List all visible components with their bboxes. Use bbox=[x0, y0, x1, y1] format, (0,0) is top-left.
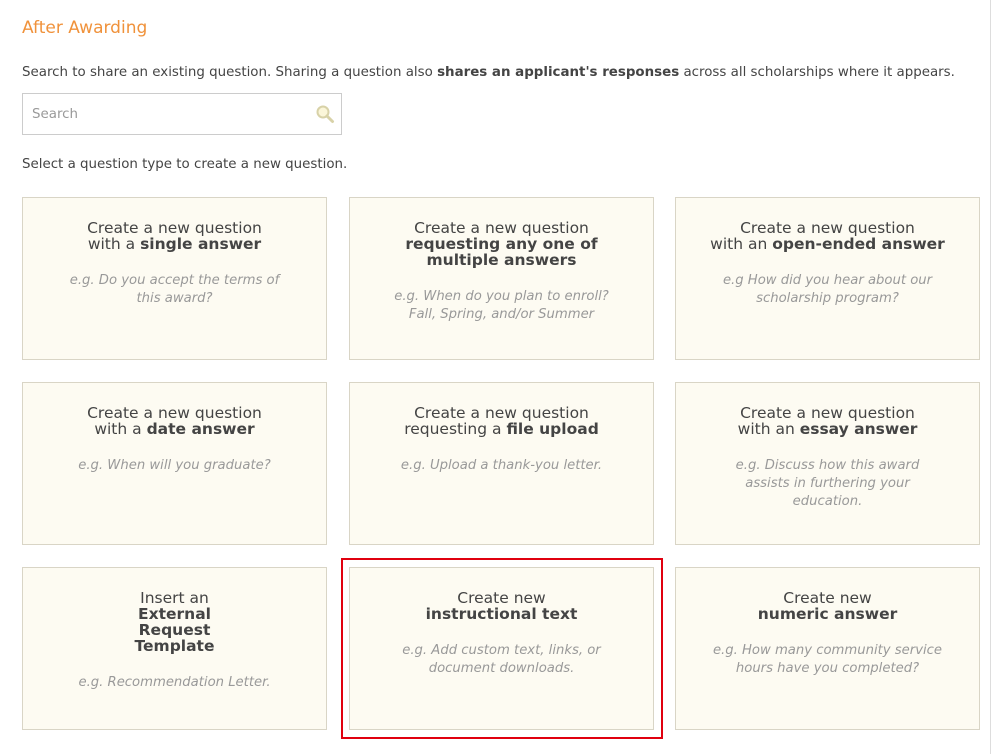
card-title-prefix: with an bbox=[710, 235, 773, 253]
card-title-line: with a date answer bbox=[23, 421, 326, 437]
card-title-line: Create a new question bbox=[414, 219, 589, 237]
card-title-prefix: requesting a bbox=[404, 420, 507, 438]
card-example: e.g. When will you graduate? bbox=[78, 458, 271, 473]
scrollbar-edge bbox=[990, 0, 991, 754]
card-example: e.g. When do you plan to enroll? Fall, S… bbox=[350, 288, 653, 324]
card-title-line: Create a new question bbox=[740, 219, 915, 237]
card-title-emphasis: date answer bbox=[146, 420, 255, 438]
card-example: e.g. Add custom text, links, or document… bbox=[402, 643, 601, 676]
card-title-line: Create a new question bbox=[87, 219, 262, 237]
card-title: Insert an External Request Template bbox=[23, 590, 326, 654]
card-title: Create new instructional text bbox=[350, 590, 653, 622]
card-example: e.g. Do you accept the terms of this awa… bbox=[69, 273, 280, 306]
card-title-emphasis: single answer bbox=[140, 235, 262, 253]
card-title: Create a new question requesting any one… bbox=[350, 220, 653, 268]
card-title-emphasis: numeric answer bbox=[757, 605, 898, 623]
card-title-line: requesting a file upload bbox=[350, 421, 653, 437]
instructional-text-card[interactable]: Create new instructional text e.g. Add c… bbox=[349, 567, 654, 730]
share-instructions-emphasis: shares an applicant's responses bbox=[437, 65, 680, 80]
card-title-line: requesting any one of multiple answers bbox=[350, 236, 653, 268]
card-title-emphasis: file upload bbox=[506, 420, 599, 438]
card-title-line: numeric answer bbox=[676, 606, 979, 622]
card-title-line: Create a new question bbox=[414, 404, 589, 422]
open-ended-card[interactable]: Create a new question with an open-ended… bbox=[675, 197, 980, 360]
card-title-line: Create new bbox=[457, 589, 546, 607]
card-example-line: Fall, Spring, and/or Summer bbox=[408, 307, 595, 322]
card-title-line: with a single answer bbox=[23, 236, 326, 252]
essay-answer-card[interactable]: Create a new question with an essay answ… bbox=[675, 382, 980, 545]
card-title-line: with an open-ended answer bbox=[676, 236, 979, 252]
card-title-emphasis: requesting any one of multiple answers bbox=[405, 235, 598, 269]
card-title: Create a new question requesting a file … bbox=[350, 405, 653, 437]
card-example: e.g. How many community service hours ha… bbox=[712, 643, 943, 676]
share-instructions-text: Search to share an existing question. Sh… bbox=[22, 65, 438, 80]
card-title: Create a new question with a date answer bbox=[23, 405, 326, 437]
date-answer-card[interactable]: Create a new question with a date answer… bbox=[22, 382, 327, 545]
card-title-line: Create a new question bbox=[740, 404, 915, 422]
card-title-emphasis: instructional text bbox=[425, 605, 578, 623]
card-title: Create a new question with an essay answ… bbox=[676, 405, 979, 437]
card-title-line: Create a new question bbox=[87, 404, 262, 422]
card-example: e.g. Upload a thank-you letter. bbox=[400, 458, 603, 473]
card-example: e.g How did you hear about our scholarsh… bbox=[722, 273, 933, 306]
share-instructions: Search to share an existing question. Sh… bbox=[22, 65, 955, 80]
search-input[interactable] bbox=[23, 94, 303, 134]
card-title-prefix: with a bbox=[87, 235, 141, 253]
external-request-template-card[interactable]: Insert an External Request Template e.g.… bbox=[22, 567, 327, 730]
card-title-line: instructional text bbox=[350, 606, 653, 622]
card-title-emphasis: External Request Template bbox=[134, 605, 215, 655]
file-upload-card[interactable]: Create a new question requesting a file … bbox=[349, 382, 654, 545]
question-type-prompt: Select a question type to create a new q… bbox=[22, 157, 348, 172]
card-title-prefix: with an bbox=[737, 420, 800, 438]
single-answer-card[interactable]: Create a new question with a single answ… bbox=[22, 197, 327, 360]
card-title-emphasis: open-ended answer bbox=[772, 235, 945, 253]
section-title: After Awarding bbox=[22, 18, 148, 38]
search-box bbox=[22, 93, 342, 135]
card-title-line: with an essay answer bbox=[676, 421, 979, 437]
card-title-line: External Request Template bbox=[23, 606, 326, 654]
card-title: Create new numeric answer bbox=[676, 590, 979, 622]
magnifier-icon[interactable] bbox=[315, 104, 335, 124]
card-title-emphasis: essay answer bbox=[799, 420, 918, 438]
card-title: Create a new question with a single answ… bbox=[23, 220, 326, 252]
numeric-answer-card[interactable]: Create new numeric answer e.g. How many … bbox=[675, 567, 980, 730]
card-title-line: Create new bbox=[783, 589, 872, 607]
card-title-line: Insert an bbox=[140, 589, 209, 607]
card-example: e.g. Recommendation Letter. bbox=[78, 675, 271, 690]
multiple-choice-card[interactable]: Create a new question requesting any one… bbox=[349, 197, 654, 360]
card-title-prefix: with a bbox=[94, 420, 147, 438]
card-title: Create a new question with an open-ended… bbox=[676, 220, 979, 252]
card-example-line: e.g. When do you plan to enroll? bbox=[394, 289, 609, 304]
card-example: e.g. Discuss how this award assists in f… bbox=[735, 458, 920, 509]
share-instructions-text-end: across all scholarships where it appears… bbox=[679, 65, 955, 80]
